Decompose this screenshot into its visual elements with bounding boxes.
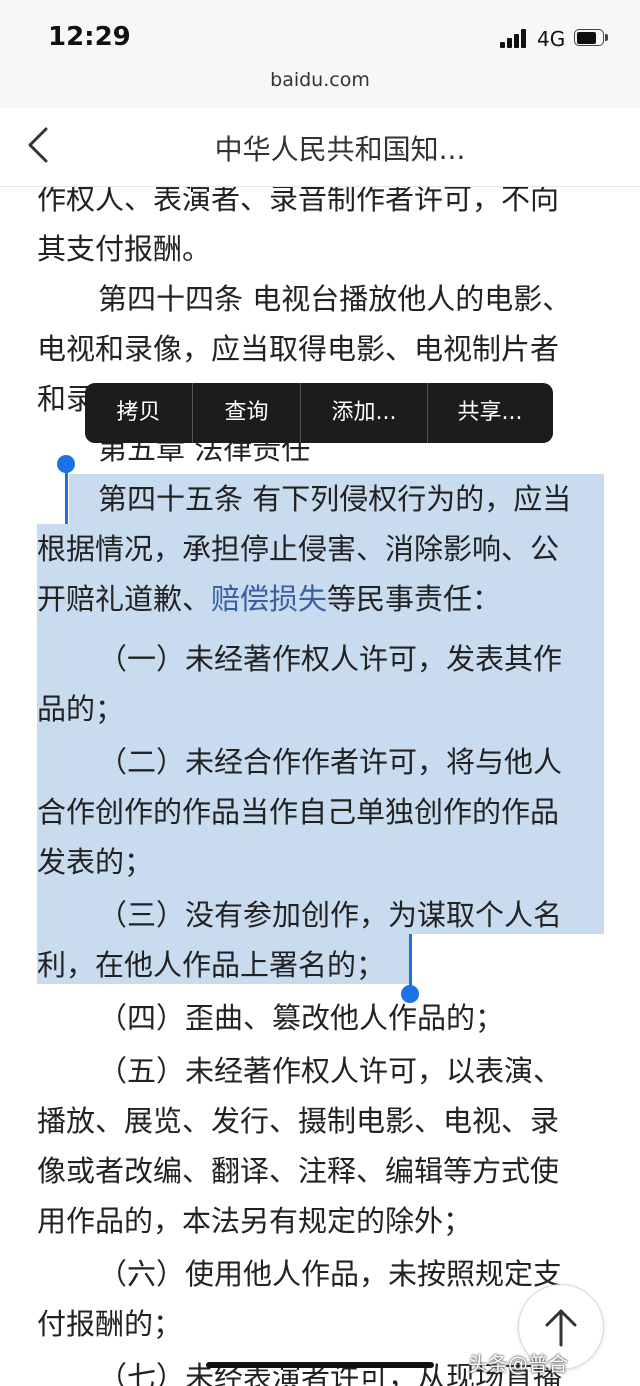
add-menu-item[interactable]: 添加... bbox=[301, 383, 428, 443]
status-time: 12:29 bbox=[48, 22, 131, 52]
article-line[interactable]: 合作创作的作品当作自己单独创作的作品 bbox=[37, 787, 610, 837]
battery-icon bbox=[574, 29, 608, 47]
article-text: 等民事责任： bbox=[327, 582, 502, 616]
article-line[interactable]: 品的； bbox=[37, 684, 610, 734]
page-title: 中华人民共和国知... bbox=[214, 133, 466, 166]
selection-end-caret bbox=[409, 934, 412, 990]
cellular-signal-icon bbox=[500, 28, 532, 48]
watermark-text: 头条@普合 bbox=[468, 1352, 568, 1376]
article-content: 作权人、表演者、录音制作者许可，不向 其支付报酬。 第四十四条 电视台播放他人的… bbox=[0, 0, 640, 1386]
article-line: （四）歪曲、篡改他人作品的； bbox=[98, 1001, 505, 1035]
lookup-menu-item[interactable]: 查询 bbox=[193, 383, 301, 443]
article-line: 电视和录像，应当取得电影、电视制片者 bbox=[37, 332, 560, 366]
article-line: 其支付报酬。 bbox=[37, 232, 212, 266]
page-url[interactable]: baidu.com bbox=[0, 69, 640, 91]
copy-menu-item[interactable]: 拷贝 bbox=[85, 383, 193, 443]
article-line: 播放、展览、发行、摄制电影、电视、录 bbox=[37, 1104, 560, 1138]
selection-start-caret bbox=[65, 468, 68, 524]
article-line[interactable]: （一）未经著作权人许可，发表其作 bbox=[98, 634, 610, 684]
article-line: 第四十四条 电视台播放他人的电影、 bbox=[98, 282, 572, 316]
article-line[interactable]: 根据情况，承担停止侵害、消除影响、公 bbox=[37, 524, 610, 574]
article-text: 开赔礼道歉、 bbox=[37, 582, 212, 616]
selection-end-handle[interactable] bbox=[401, 985, 419, 1003]
article-line: （五）未经著作权人许可，以表演、 bbox=[98, 1054, 563, 1088]
back-chevron-icon[interactable] bbox=[20, 123, 60, 167]
navigation-bar: 中华人民共和国知... bbox=[0, 108, 640, 187]
article-line[interactable]: 开赔礼道歉、赔偿损失等民事责任： bbox=[37, 574, 610, 624]
article-line[interactable]: （三）没有参加创作，为谋取个人名 bbox=[98, 890, 610, 940]
article-line[interactable]: 第四十五条 有下列侵权行为的，应当 bbox=[98, 474, 610, 524]
network-type: 4G bbox=[537, 27, 566, 51]
article-line[interactable]: 发表的； bbox=[37, 837, 610, 887]
article-line: 用作品的，本法另有规定的除外； bbox=[37, 1204, 473, 1238]
article-line[interactable]: （二）未经合作作者许可，将与他人 bbox=[98, 737, 610, 787]
status-bar: 12:29 4G bbox=[0, 0, 640, 66]
article-line[interactable]: 利，在他人作品上署名的； bbox=[37, 940, 610, 990]
share-menu-item[interactable]: 共享... bbox=[428, 383, 552, 443]
compensation-link[interactable]: 赔偿损失 bbox=[211, 582, 327, 616]
home-indicator[interactable] bbox=[206, 1362, 434, 1368]
article-line: 像或者改编、翻译、注释、编辑等方式使 bbox=[37, 1154, 560, 1188]
text-selection-menu: 拷贝 查询 添加... 共享... bbox=[85, 383, 553, 443]
